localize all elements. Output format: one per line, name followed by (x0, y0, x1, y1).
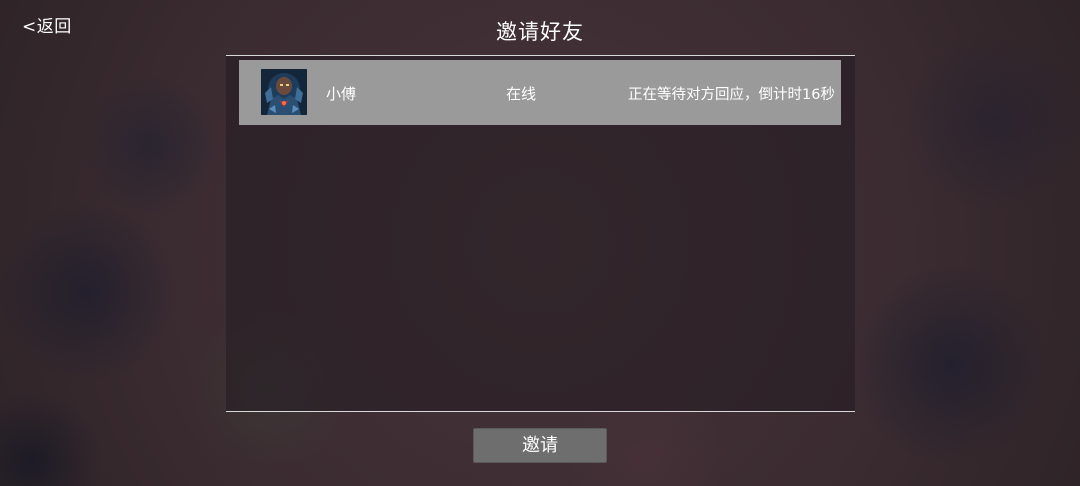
friend-online-status: 在线 (506, 85, 537, 103)
invite-countdown-text: 正在等待对方回应，倒计时16秒 (628, 87, 835, 103)
invite-button[interactable]: 邀请 (473, 428, 607, 463)
page-title: 邀请好友 (496, 20, 584, 44)
friend-name: 小傅 (326, 85, 357, 103)
friend-row[interactable]: 小傅 在线 正在等待对方回应，倒计时16秒 (239, 60, 841, 125)
armored-warrior-portrait-icon (261, 69, 307, 115)
bottom-divider (226, 411, 855, 412)
top-divider (226, 55, 855, 56)
